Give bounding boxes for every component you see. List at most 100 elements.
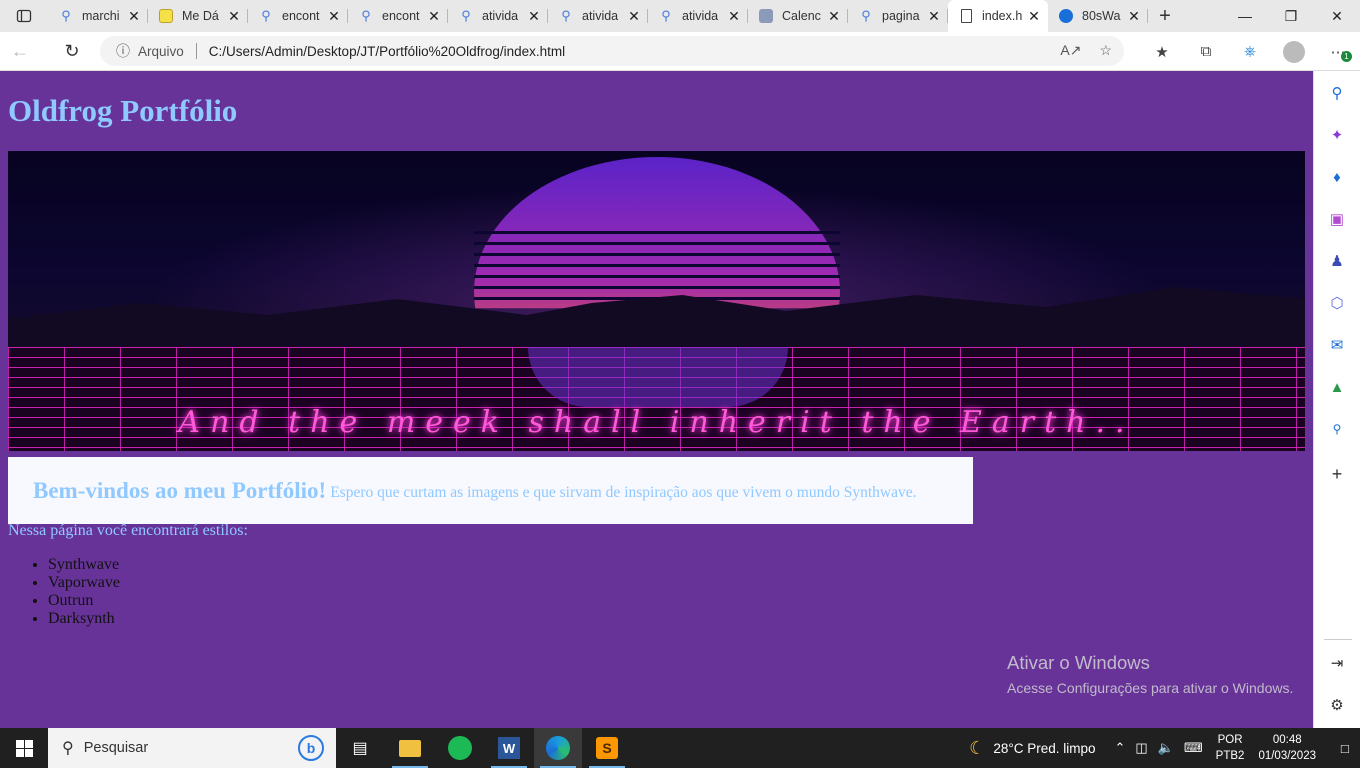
shopping-tag-icon[interactable]: ♦: [1327, 167, 1347, 187]
welcome-heading: Bem-vindos ao meu Portfólio!: [33, 477, 327, 503]
profile-button[interactable]: [1272, 36, 1316, 68]
refresh-icon: ↻: [64, 40, 80, 61]
scheme-label: Arquivo: [138, 43, 184, 59]
close-tab-icon[interactable]: ✕: [326, 8, 342, 24]
microsoft365-icon[interactable]: ⬡: [1327, 293, 1347, 313]
close-window-button[interactable]: ✕: [1314, 0, 1360, 32]
browser-tab[interactable]: ⚲ encont ✕: [248, 0, 348, 32]
start-button[interactable]: [0, 728, 48, 768]
close-tab-icon[interactable]: ✕: [126, 8, 142, 24]
tab-label: ativida: [582, 9, 619, 23]
notification-center-button[interactable]: □: [1330, 741, 1360, 756]
bing-search-icon[interactable]: ⚲: [1327, 419, 1347, 439]
edge-button[interactable]: [534, 728, 582, 768]
list-item: Synthwave: [48, 556, 120, 574]
copilot-sparkle-icon[interactable]: ✦: [1327, 125, 1347, 145]
search-icon: ⚲: [261, 8, 271, 23]
outlook-icon[interactable]: ✉: [1327, 335, 1347, 355]
browser-tab[interactable]: index.h ✕: [948, 0, 1048, 32]
file-explorer-button[interactable]: [386, 728, 434, 768]
tab-label: encont: [382, 9, 420, 23]
edge-sidebar: ⚲ ✦ ♦ ▣ ♟ ⬡ ✉ ▲ ⚲ + ⇥ ⚙: [1313, 71, 1360, 728]
favorites-icon: ★: [1155, 43, 1169, 61]
web-page: Oldfrog Portfólio And the meek shall inh…: [0, 71, 1313, 728]
browser-tab[interactable]: 80sWa ✕: [1048, 0, 1148, 32]
browser-tab[interactable]: ⚲ ativida ✕: [448, 0, 548, 32]
banner-image: And the meek shall inherit the Earth..: [8, 151, 1305, 451]
browser-tab[interactable]: Me Dá ✕: [148, 0, 248, 32]
minimize-button[interactable]: —: [1222, 0, 1268, 32]
info-icon[interactable]: ⓘ: [116, 41, 130, 61]
refresh-button[interactable]: ↻: [52, 35, 92, 67]
weather-text: 28°C Pred. limpo: [993, 740, 1096, 756]
collections-button[interactable]: ⧉: [1184, 36, 1228, 68]
close-tab-icon[interactable]: ✕: [526, 8, 542, 24]
list-item: Outrun: [48, 592, 120, 610]
settings-more-button[interactable]: ⋯ 1: [1316, 36, 1360, 68]
browser-tab[interactable]: Calenc ✕: [748, 0, 848, 32]
close-tab-icon[interactable]: ✕: [926, 8, 942, 24]
tools-icon[interactable]: ▣: [1327, 209, 1347, 229]
close-tab-icon[interactable]: ✕: [826, 8, 842, 24]
games-icon[interactable]: ♟: [1327, 251, 1347, 271]
language-code: POR: [1217, 734, 1243, 746]
browser-tab[interactable]: ⚲ pagina ✕: [848, 0, 948, 32]
styles-list: Synthwave Vaporwave Outrun Darksynth: [48, 556, 120, 628]
keyboard-icon[interactable]: ⌨: [1184, 740, 1203, 756]
spotify-icon: [448, 736, 472, 760]
document-icon: [958, 8, 974, 24]
favorites-button[interactable]: ★: [1140, 36, 1184, 68]
task-view-button[interactable]: ▤: [336, 728, 384, 768]
moon-weather-icon: ☾: [969, 737, 986, 758]
chevron-up-icon[interactable]: ⌃: [1115, 740, 1126, 756]
avatar: [1283, 40, 1305, 63]
tab-label: index.h: [982, 9, 1023, 23]
sidebar-settings-icon[interactable]: ⚙: [1327, 695, 1347, 715]
close-tab-icon[interactable]: ✕: [426, 8, 442, 24]
styles-intro: Nessa página você encontrará estilos:: [8, 522, 248, 539]
clock-time: 00:48: [1272, 734, 1302, 746]
search-icon: ⚲: [61, 8, 71, 23]
bing-icon[interactable]: b: [298, 735, 324, 761]
word-icon: W: [498, 737, 520, 759]
search-icon[interactable]: ⚲: [1327, 83, 1347, 103]
read-aloud-icon[interactable]: A↗: [1060, 42, 1081, 59]
close-tab-icon[interactable]: ✕: [1126, 8, 1142, 24]
tab-label: marchi: [82, 9, 120, 23]
keyboard-layout: PTB2: [1215, 750, 1245, 762]
restore-button[interactable]: ❐: [1268, 0, 1314, 32]
volume-icon[interactable]: 🔈: [1158, 740, 1174, 756]
weather-widget[interactable]: ☾ 28°C Pred. limpo: [969, 738, 1095, 759]
tab-actions-button[interactable]: [0, 0, 48, 32]
edge-icon: [546, 736, 570, 760]
url-text[interactable]: C:/Users/Admin/Desktop/JT/Portfólio%20Ol…: [209, 44, 565, 59]
browser-tab[interactable]: ⚲ ativida ✕: [648, 0, 748, 32]
add-favorite-icon[interactable]: ☆: [1099, 42, 1112, 59]
browser-tab[interactable]: ⚲ marchi ✕: [48, 0, 148, 32]
search-icon: ⚲: [561, 8, 571, 23]
browser-tab[interactable]: ⚲ ativida ✕: [548, 0, 648, 32]
close-tab-icon[interactable]: ✕: [626, 8, 642, 24]
close-tab-icon[interactable]: ✕: [726, 8, 742, 24]
drop-tree-icon[interactable]: ▲: [1327, 377, 1347, 397]
language-indicator[interactable]: POR PTB2: [1216, 732, 1245, 764]
browser-tab[interactable]: ⚲ encont ✕: [348, 0, 448, 32]
address-bar[interactable]: ⓘ Arquivo C:/Users/Admin/Desktop/JT/Port…: [100, 36, 1124, 66]
back-button[interactable]: ←: [0, 35, 40, 67]
network-icon[interactable]: ◫: [1135, 740, 1147, 756]
hide-sidebar-icon[interactable]: ⇥: [1327, 653, 1347, 673]
spotify-button[interactable]: [436, 728, 484, 768]
taskbar-search-box[interactable]: ⚲ Pesquisar b: [48, 728, 336, 768]
sublime-text-button[interactable]: S: [583, 728, 631, 768]
close-tab-icon[interactable]: ✕: [226, 8, 242, 24]
tab-label: Calenc: [782, 9, 821, 23]
sidebar-divider: [1324, 639, 1352, 640]
close-tab-icon[interactable]: ✕: [1026, 8, 1042, 24]
word-button[interactable]: W: [485, 728, 533, 768]
browser-essentials-button[interactable]: ⎈: [1228, 36, 1272, 68]
new-tab-button[interactable]: +: [1148, 0, 1182, 32]
add-icon[interactable]: +: [1327, 464, 1347, 484]
welcome-text: Espero que curtam as imagens e que sirva…: [330, 483, 917, 501]
tab-label: ativida: [482, 9, 519, 23]
clock[interactable]: 00:48 01/03/2023: [1258, 732, 1316, 764]
